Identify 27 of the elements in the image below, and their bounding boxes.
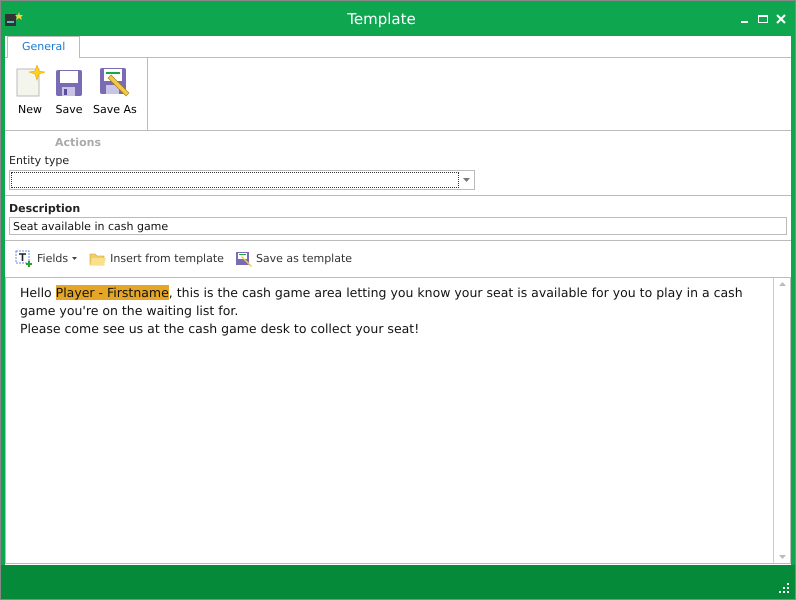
insert-template-button[interactable]: Insert from template — [87, 248, 226, 269]
save-as-button[interactable]: Save As — [89, 62, 141, 118]
entity-type-dropdown[interactable] — [9, 170, 475, 190]
resize-grip-icon[interactable] — [779, 583, 790, 594]
floppy-pencil-icon — [236, 250, 252, 266]
message-paragraph: Hello Player - Firstname, this is the cash game area letting you know your seat is available for you to play in a cash game you're on the waiting list for. — [20, 284, 744, 320]
caret-icon — [72, 257, 78, 260]
save-button[interactable]: Save — [51, 62, 87, 118]
new-button[interactable]: New — [11, 62, 49, 118]
fields-button[interactable]: Fields — [13, 248, 80, 269]
text-field-icon — [15, 250, 33, 267]
scroll-up-icon[interactable] — [778, 282, 786, 286]
tab[interactable]: General — [7, 36, 80, 58]
close-icon[interactable] — [775, 12, 787, 24]
message-paragraph: Please come see us at the cash game desk to collect your seat! — [20, 320, 420, 338]
description-field[interactable]: Seat available in cash game — [9, 217, 787, 235]
group-label: Actions — [54, 135, 102, 151]
floppy-pencil-icon — [98, 67, 131, 97]
app-icon — [4, 10, 24, 26]
field-label: Description — [8, 201, 82, 217]
window-title: Template — [346, 10, 417, 28]
save-template-button[interactable]: Save as template — [234, 248, 354, 269]
dropdown-arrow-icon — [462, 178, 470, 182]
scroll-down-icon[interactable] — [778, 555, 786, 559]
folder-icon — [89, 252, 106, 266]
new-document-icon — [15, 65, 45, 97]
field-label: Entity type — [8, 153, 70, 169]
